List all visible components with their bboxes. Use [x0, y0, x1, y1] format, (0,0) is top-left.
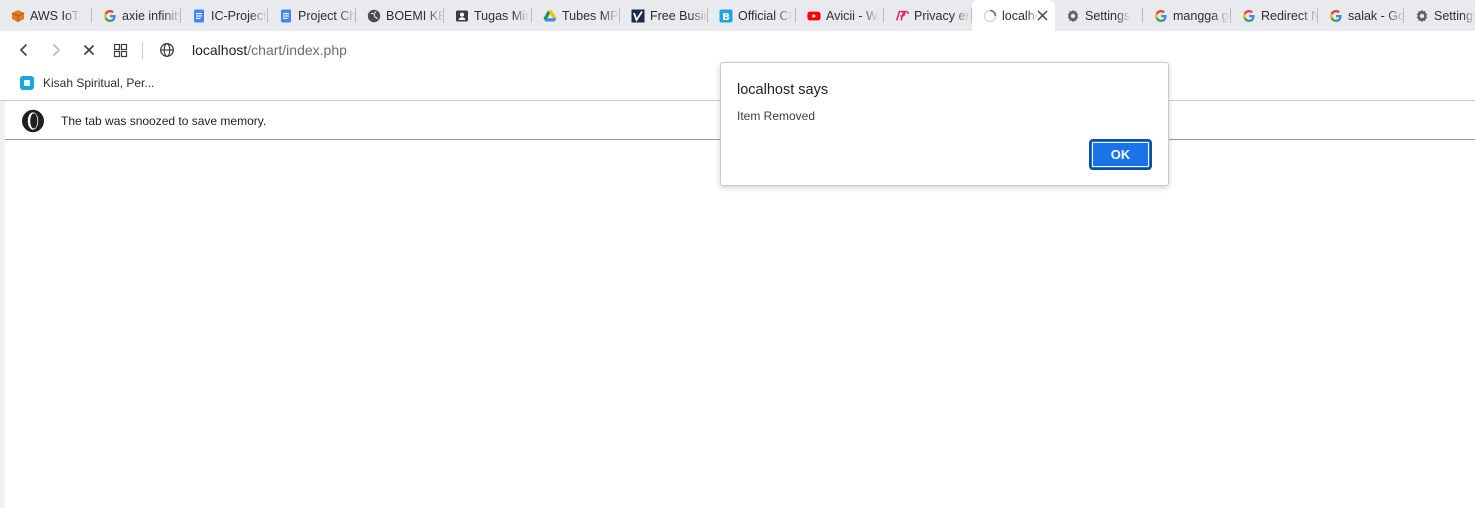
loading-spinner-icon	[983, 9, 997, 23]
youtube-icon	[807, 9, 821, 23]
bookmark-square-icon	[20, 76, 34, 90]
tab-settings[interactable]: Settings	[1055, 0, 1143, 31]
stop-button[interactable]	[79, 40, 99, 60]
tab-privacy[interactable]: Privacy er	[884, 0, 972, 31]
svg-text:B: B	[722, 12, 730, 23]
tab-title: BOEMI KE	[386, 8, 444, 23]
back-button[interactable]	[14, 40, 34, 60]
browser-window: AWS IoT axie infinity IC-Project Project…	[0, 0, 1475, 508]
tab-title: Tugas Mir	[474, 8, 530, 23]
tab-mangga[interactable]: mangga g	[1143, 0, 1231, 31]
b-logo-icon: B	[719, 9, 733, 23]
url-host: localhost	[192, 42, 248, 58]
google-docs-icon	[192, 9, 206, 23]
tab-tubes-mp[interactable]: Tubes MP	[532, 0, 620, 31]
tab-title: Privacy er	[914, 8, 970, 23]
close-icon[interactable]	[1035, 8, 1049, 22]
tab-axie-infinity[interactable]: axie infinity	[92, 0, 181, 31]
tab-free-busin[interactable]: Free Busin	[620, 0, 708, 31]
tab-settings-2[interactable]: Settings	[1404, 0, 1475, 31]
address-field[interactable]: localhost/chart/index.php	[192, 42, 347, 58]
globe-icon	[160, 43, 174, 57]
google-drive-icon	[543, 9, 557, 23]
contact-card-icon	[455, 9, 469, 23]
tab-localhost-active[interactable]: localhost	[972, 0, 1055, 31]
tab-ic-project[interactable]: IC-Project	[181, 0, 268, 31]
url-path: /chart/index.php	[247, 42, 347, 58]
tab-title: Free Busin	[650, 8, 708, 23]
checkmark-logo-icon	[631, 9, 645, 23]
google-g-icon	[1242, 9, 1256, 23]
opera-logo-icon	[22, 109, 44, 133]
tab-boemi-ke[interactable]: BOEMI KE	[356, 0, 444, 31]
tab-title: Official CI	[738, 8, 792, 23]
tab-snapshot-button[interactable]	[110, 40, 130, 60]
tab-title: AWS IoT	[30, 8, 80, 23]
dialog-title: localhost says	[737, 82, 829, 98]
tab-strip: AWS IoT axie infinity IC-Project Project…	[0, 0, 1475, 31]
tab-title: mangga g	[1173, 8, 1229, 23]
stop-x-icon	[83, 44, 95, 56]
alert-dialog: localhost says Item Removed OK	[720, 62, 1169, 186]
globe-icon	[367, 9, 381, 23]
tab-official-ci[interactable]: B Official CI	[708, 0, 796, 31]
google-g-icon	[1154, 9, 1168, 23]
tab-salak[interactable]: salak - Go	[1318, 0, 1404, 31]
google-g-icon	[1329, 9, 1343, 23]
back-arrow-icon	[19, 43, 28, 57]
tab-title: Redirect N	[1261, 8, 1318, 23]
site-info-button[interactable]	[157, 40, 177, 60]
bookmark-label: Kisah Spiritual, Per...	[43, 76, 155, 90]
gear-icon	[1066, 9, 1080, 23]
google-docs-icon	[279, 9, 293, 23]
gear-icon	[1415, 9, 1429, 23]
bookmark-item[interactable]: Kisah Spiritual, Per...	[20, 76, 154, 90]
aws-cube-icon	[11, 9, 25, 23]
tab-title: salak - Go	[1348, 8, 1404, 23]
tab-title: Project Ch	[298, 8, 356, 23]
tab-title: axie infinity	[122, 8, 181, 23]
tab-aws-iot[interactable]: AWS IoT	[0, 0, 92, 31]
tab-avicii[interactable]: Avicii - W	[796, 0, 884, 31]
privacy-logo-icon	[895, 9, 909, 23]
ok-button[interactable]: OK	[1089, 139, 1152, 170]
sidebar-edge	[0, 101, 5, 508]
tab-title: IC-Project	[211, 8, 267, 23]
forward-button[interactable]	[46, 40, 66, 60]
tab-project-ch[interactable]: Project Ch	[268, 0, 356, 31]
grid-icon	[113, 43, 127, 57]
dialog-message: Item Removed	[737, 109, 816, 123]
tab-title: Settings	[1085, 8, 1131, 23]
tab-title: Tubes MP	[562, 8, 619, 23]
tab-title: Avicii - W	[826, 8, 878, 23]
tab-title: Settings	[1434, 8, 1475, 23]
tab-tugas-mir[interactable]: Tugas Mir	[444, 0, 532, 31]
google-g-icon	[103, 9, 117, 23]
forward-arrow-icon	[52, 43, 61, 57]
tab-title: localhost	[1002, 8, 1038, 23]
tab-redirect[interactable]: Redirect N	[1231, 0, 1318, 31]
snooze-message: The tab was snoozed to save memory.	[61, 114, 267, 128]
toolbar-divider	[142, 42, 143, 59]
